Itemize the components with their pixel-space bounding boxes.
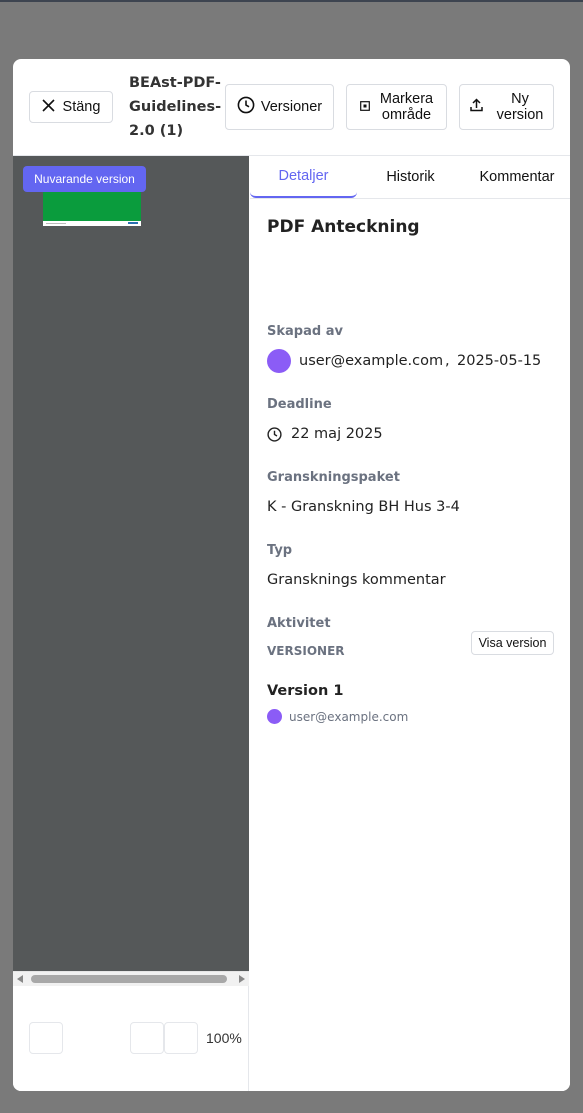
zoom-out-button[interactable]: [130, 1022, 164, 1054]
package-label: Granskningspaket: [267, 470, 400, 485]
page-cover-band: [43, 192, 141, 221]
scrollbar-thumb[interactable]: [31, 975, 227, 983]
panel-tabs: Detaljer Historik Kommentar: [250, 156, 570, 199]
pdf-page-thumbnail[interactable]: [43, 192, 141, 226]
current-version-badge: Nuvarande version: [23, 166, 146, 192]
annotation-title: PDF Anteckning: [267, 217, 420, 237]
pdf-canvas[interactable]: Nuvarande version: [13, 156, 249, 971]
close-icon: [41, 98, 55, 116]
created-separator: ,: [445, 353, 450, 369]
version-user: user@example.com: [289, 710, 409, 724]
package-value: K - Granskning BH Hus 3-4: [267, 499, 460, 515]
tab-details[interactable]: Detaljer: [250, 156, 357, 198]
mark-area-button-label: Markera område: [379, 91, 434, 123]
versions-button[interactable]: Versioner: [225, 84, 334, 130]
versions-heading: VERSIONER: [267, 644, 345, 658]
versions-button-label: Versioner: [260, 99, 323, 115]
created-by-user: user@example.com: [299, 353, 444, 369]
modal-header: Stäng BEAst-PDF-Guidelines-2.0 (1) Versi…: [13, 59, 570, 156]
zoom-level: 100%: [206, 1030, 242, 1046]
version-name: Version 1: [267, 683, 344, 699]
document-modal: Stäng BEAst-PDF-Guidelines-2.0 (1) Versi…: [13, 59, 570, 1091]
created-date: 2025-05-15: [457, 353, 542, 369]
clock-icon: [267, 427, 282, 446]
close-button-label: Stäng: [62, 99, 101, 115]
type-label: Typ: [267, 543, 293, 558]
window-top-border: [0, 0, 583, 2]
viewer-tool-button[interactable]: [29, 1022, 63, 1054]
clock-icon: [237, 96, 255, 118]
new-version-button[interactable]: Ny version: [459, 84, 554, 130]
document-title: BEAst-PDF-Guidelines-2.0 (1): [129, 75, 222, 139]
page-footer-line: [46, 223, 66, 224]
created-by-label: Skapad av: [267, 324, 343, 339]
scroll-right-icon[interactable]: [239, 975, 245, 983]
page-logo: [128, 222, 138, 224]
view-version-button[interactable]: Visa version: [471, 631, 554, 655]
deadline-label: Deadline: [267, 397, 332, 412]
select-area-icon: [360, 99, 370, 115]
pdf-viewer: Nuvarande version 100%: [13, 156, 249, 1091]
upload-icon: [469, 98, 483, 116]
horizontal-scrollbar[interactable]: [13, 971, 249, 986]
close-button[interactable]: Stäng: [29, 91, 113, 123]
new-version-button-label: Ny version: [496, 91, 544, 123]
avatar: [267, 349, 291, 373]
mark-area-button[interactable]: Markera område: [346, 84, 447, 130]
avatar: [267, 709, 282, 724]
details-panel: Detaljer Historik Kommentar PDF Anteckni…: [250, 156, 570, 1091]
tab-comments[interactable]: Kommentar: [464, 156, 570, 198]
tab-history[interactable]: Historik: [357, 156, 464, 198]
type-value: Gransknings kommentar: [267, 572, 446, 588]
zoom-in-button[interactable]: [164, 1022, 198, 1054]
scroll-left-icon[interactable]: [17, 975, 23, 983]
activity-label: Aktivitet: [267, 616, 331, 631]
deadline-value: 22 maj 2025: [291, 426, 383, 442]
